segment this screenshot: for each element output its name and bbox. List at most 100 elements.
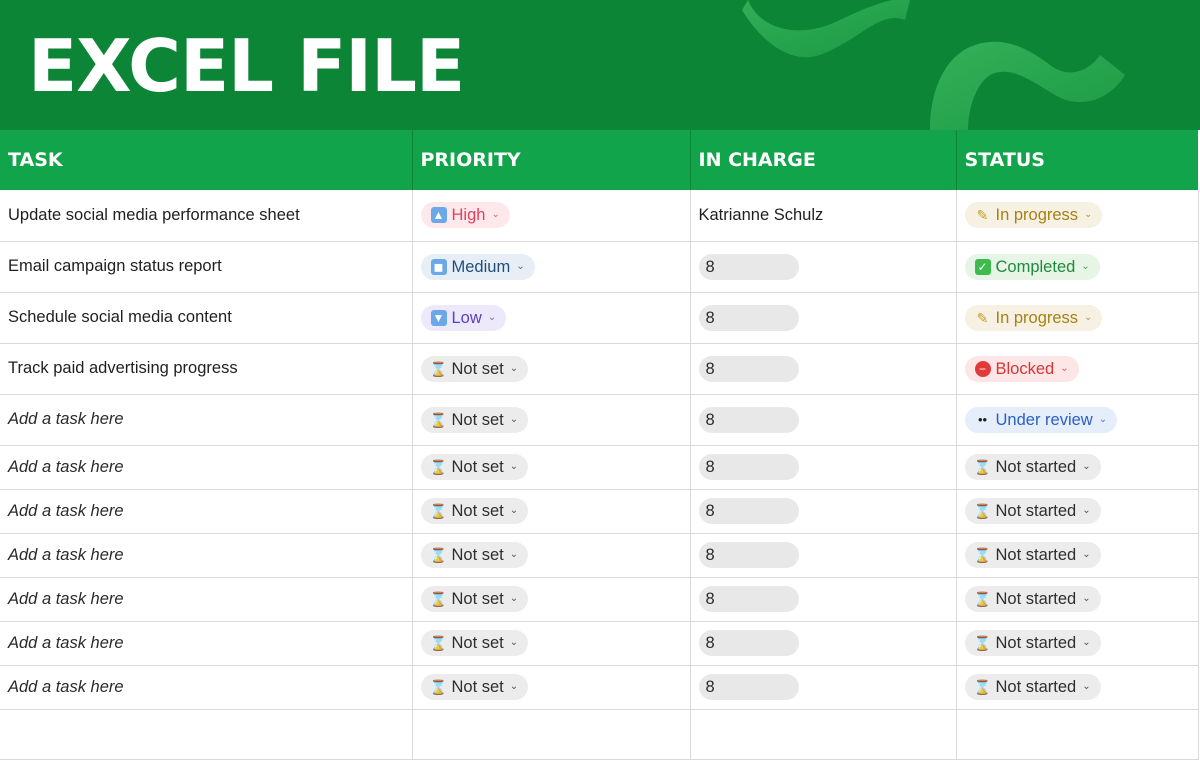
chevron-down-icon: ⌄: [1082, 593, 1091, 604]
in-charge-cell: 8: [690, 533, 957, 578]
task-cell[interactable]: Add a task here: [0, 445, 413, 490]
hourglass-icon: ⌛: [973, 503, 992, 519]
in-charge-cell: 8: [690, 292, 957, 344]
priority-label: Low: [451, 308, 482, 327]
assignee-picker[interactable]: 8: [698, 454, 799, 480]
assignee-picker[interactable]: 8: [698, 355, 799, 382]
task-name: Update social media performance sheet: [8, 205, 300, 224]
task-cell[interactable]: Add a task here: [0, 533, 413, 578]
table-header-row: TASK PRIORITY IN CHARGE STATUS: [0, 130, 1198, 190]
priority-dropdown[interactable]: ⌛ Not set ⌄: [420, 586, 529, 612]
task-cell[interactable]: Add a task here: [0, 577, 413, 622]
assignee-picker[interactable]: 8: [698, 630, 799, 656]
priority-dropdown[interactable]: ⌛ Not set ⌄: [420, 406, 529, 433]
assignee-picker[interactable]: 8: [698, 674, 799, 700]
empty-cell[interactable]: [0, 709, 413, 760]
task-cell[interactable]: Update social media performance sheet: [0, 190, 413, 242]
priority-dropdown[interactable]: ▲ High ⌄: [420, 202, 510, 229]
status-dropdown[interactable]: ⌛ Not started ⌄: [964, 498, 1101, 524]
status-cell: ⌛ Not started ⌄: [956, 533, 1199, 578]
chevron-down-icon: ⌄: [1084, 209, 1093, 221]
status-label: Not started: [995, 634, 1077, 652]
priority-dropdown[interactable]: ⌛ Not set ⌄: [420, 630, 529, 656]
chevron-down-icon: ⌄: [516, 260, 525, 272]
status-cell: ⌛ Not started ⌄: [956, 665, 1199, 710]
in-charge-cell: 8: [690, 665, 957, 710]
column-header-priority[interactable]: PRIORITY: [411, 130, 690, 190]
no-entry-icon: −: [974, 360, 991, 377]
status-dropdown[interactable]: ⌛ Not started ⌄: [964, 542, 1101, 568]
task-cell[interactable]: Add a task here: [0, 394, 413, 446]
status-dropdown[interactable]: ⌛ Not started ⌄: [964, 630, 1101, 656]
priority-label: High: [451, 206, 486, 225]
priority-dropdown[interactable]: ⌛ Not set ⌄: [420, 542, 529, 568]
status-dropdown[interactable]: ✎ In progress ⌄: [964, 202, 1103, 229]
priority-dropdown[interactable]: ⌛ Not set ⌄: [420, 355, 529, 382]
table-row: Add a task here ⌛ Not set ⌄ 8 ⌛ Not started ⌄: [0, 621, 1199, 666]
hourglass-icon: ⌛: [429, 591, 448, 607]
in-charge-cell: 8: [690, 489, 957, 534]
status-cell: ✓ Completed ⌄: [956, 241, 1199, 293]
chevron-down-icon: ⌄: [1084, 311, 1093, 323]
task-cell[interactable]: Add a task here: [0, 621, 413, 666]
chevron-down-icon: ⌄: [509, 461, 519, 472]
chevron-down-icon: ⌄: [1060, 362, 1069, 374]
task-cell[interactable]: Add a task here: [0, 665, 413, 710]
priority-cell: ⌛ Not set ⌄: [412, 621, 691, 666]
priority-cell: ⌛ Not set ⌄: [412, 394, 691, 446]
in-charge-cell: 8: [690, 445, 957, 490]
status-dropdown[interactable]: ⌛ Not started ⌄: [964, 586, 1101, 612]
assignee-picker[interactable]: 8: [698, 304, 799, 331]
assignee-name[interactable]: Katrianne Schulz: [699, 206, 824, 224]
column-header-task[interactable]: TASK: [0, 130, 412, 190]
chevron-down-icon: ⌄: [509, 413, 519, 425]
checkmark-icon: ✓: [974, 258, 991, 275]
in-charge-cell: 8: [690, 621, 957, 666]
title-banner: EXCEL FILE: [0, 0, 1200, 130]
assignee-picker[interactable]: 8: [698, 542, 799, 568]
status-dropdown[interactable]: ✎ In progress ⌄: [964, 304, 1103, 331]
in-charge-cell: Katrianne Schulz: [690, 190, 957, 242]
task-cell[interactable]: Track paid advertising progress: [0, 343, 413, 395]
chevron-down-icon: ⌄: [1082, 549, 1091, 560]
priority-label: Not set: [451, 634, 504, 652]
empty-cell[interactable]: [956, 709, 1199, 760]
empty-cell[interactable]: [412, 709, 691, 760]
task-cell[interactable]: Schedule social media content: [0, 292, 413, 344]
status-cell: ✎ In progress ⌄: [956, 190, 1199, 242]
status-label: In progress: [995, 308, 1079, 327]
priority-label: Not set: [451, 410, 504, 429]
assignee-picker[interactable]: 8: [698, 498, 799, 524]
chevron-down-icon: ⌄: [1082, 461, 1091, 472]
status-label: Not started: [995, 502, 1077, 520]
chevron-down-icon: ⌄: [509, 681, 519, 692]
status-cell: •• Under review ⌄: [956, 394, 1199, 446]
priority-dropdown[interactable]: ▼ Low ⌄: [420, 304, 507, 331]
assignee-picker[interactable]: 8: [698, 586, 799, 612]
table-row: Update social media performance sheet ▲ Hi…: [0, 190, 1199, 242]
status-dropdown[interactable]: ⌛ Not started ⌄: [964, 674, 1101, 700]
table-row: Add a task here ⌛ Not set ⌄ 8 ⌛ Not started ⌄: [0, 533, 1199, 578]
priority-dropdown[interactable]: ⌛ Not set ⌄: [420, 454, 529, 480]
status-dropdown[interactable]: •• Under review ⌄: [964, 406, 1118, 433]
task-placeholder-text: Add a task here: [8, 677, 124, 696]
column-header-in-charge[interactable]: IN CHARGE: [689, 130, 956, 190]
priority-dropdown[interactable]: ◼ Medium ⌄: [420, 253, 535, 280]
status-dropdown[interactable]: ✓ Completed ⌄: [964, 253, 1100, 280]
status-dropdown[interactable]: − Blocked ⌄: [964, 355, 1079, 382]
priority-label: Medium: [451, 257, 511, 276]
assignee-picker[interactable]: 8: [698, 406, 799, 433]
task-cell[interactable]: Add a task here: [0, 489, 413, 534]
priority-dropdown[interactable]: ⌛ Not set ⌄: [420, 498, 529, 524]
priority-dropdown[interactable]: ⌛ Not set ⌄: [420, 674, 529, 700]
column-header-status[interactable]: STATUS: [955, 130, 1198, 190]
hourglass-icon: ⌛: [429, 459, 448, 475]
empty-cell[interactable]: [690, 709, 957, 760]
empty-row: [0, 709, 1199, 760]
assignee-picker[interactable]: 8: [698, 253, 799, 280]
status-dropdown[interactable]: ⌛ Not started ⌄: [964, 454, 1101, 480]
status-label: Not started: [995, 458, 1077, 476]
hourglass-icon: ⌛: [429, 547, 448, 563]
task-cell[interactable]: Email campaign status report: [0, 241, 413, 293]
task-placeholder-text: Add a task here: [8, 410, 124, 428]
